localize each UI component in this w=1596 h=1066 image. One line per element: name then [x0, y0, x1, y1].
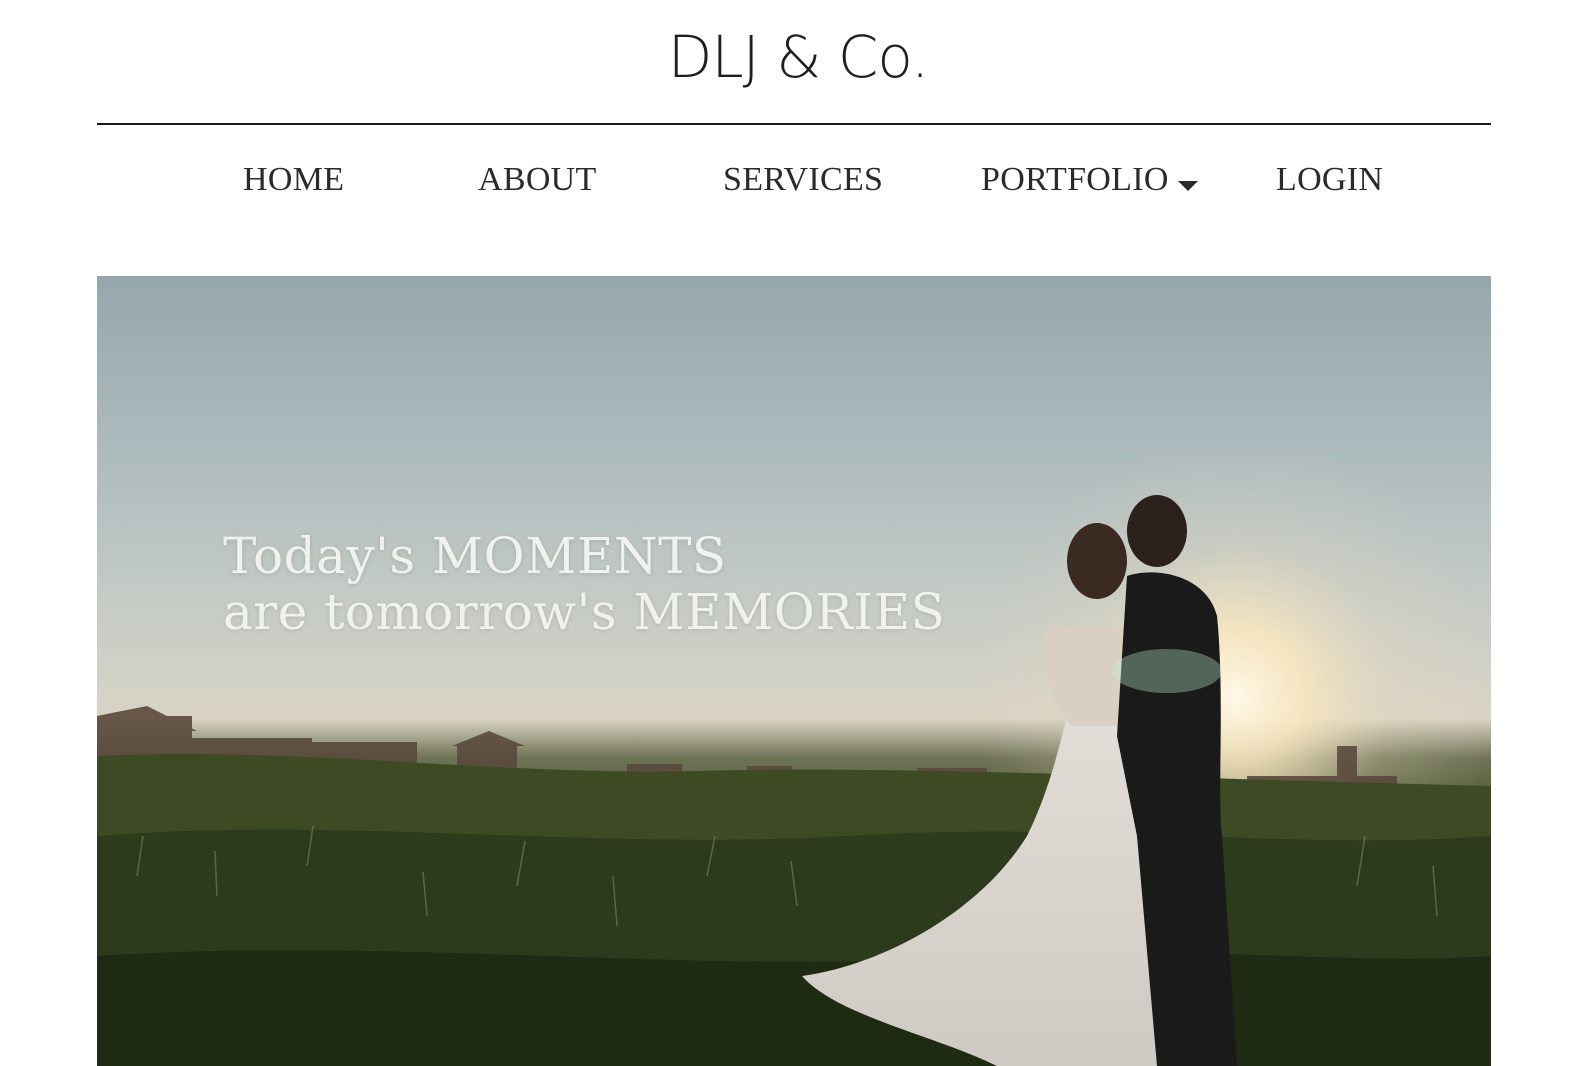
tagline-line-2: are tomorrow's MEMORIES	[223, 583, 946, 641]
hero-tagline: Today's MOMENTS are tomorrow's MEMORIES	[223, 528, 945, 640]
hero-banner: Today's MOMENTS are tomorrow's MEMORIES	[97, 276, 1491, 1066]
nav-services-link[interactable]: SERVICES	[723, 155, 883, 205]
nav-login-link[interactable]: LOGIN	[1276, 155, 1383, 205]
nav-portfolio-link[interactable]: PORTFOLIO	[981, 155, 1169, 205]
site-logo[interactable]: DLJ & Co.	[0, 22, 1596, 92]
header-divider	[97, 123, 1491, 125]
portfolio-dropdown-caret-icon[interactable]	[1178, 181, 1198, 191]
nav-about-link[interactable]: ABOUT	[478, 155, 597, 205]
nav-home-link[interactable]: HOME	[243, 155, 344, 205]
hero-photo	[97, 276, 1491, 1066]
main-nav: HOME ABOUT SERVICES PORTFOLIO LOGIN	[0, 155, 1596, 205]
tagline-line-1: Today's MOMENTS	[223, 527, 727, 585]
